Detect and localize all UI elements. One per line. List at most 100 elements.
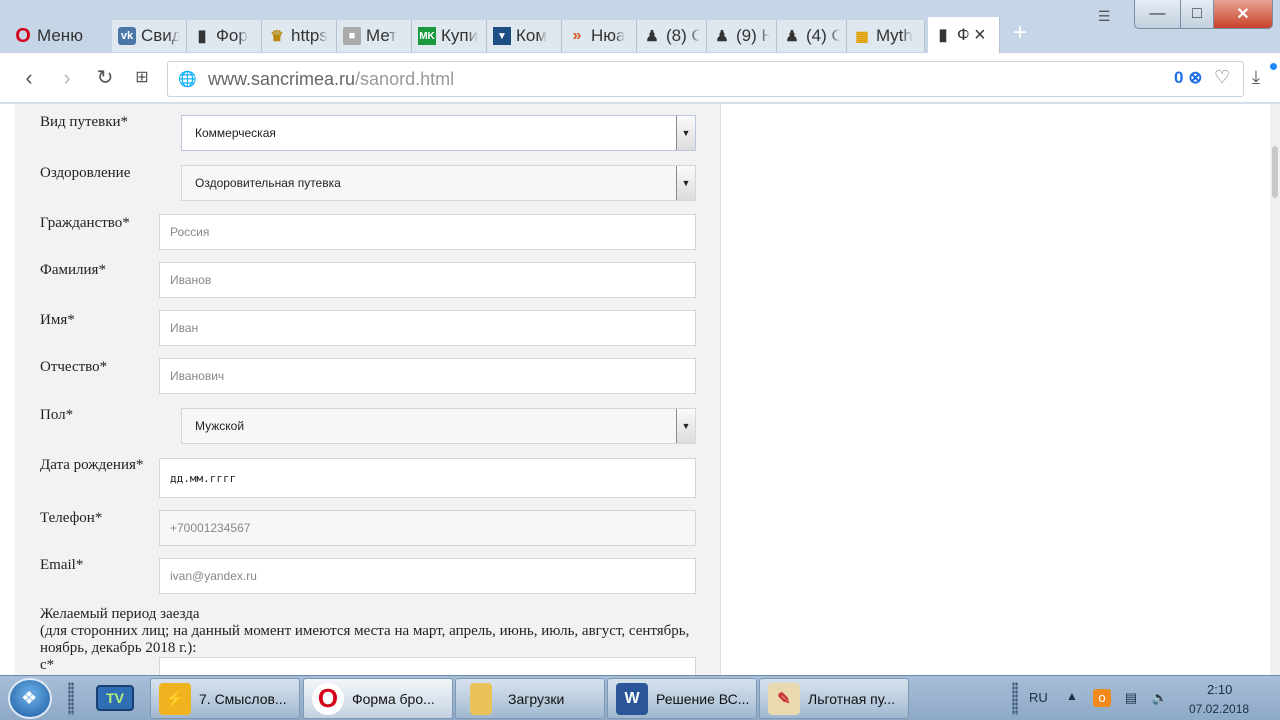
adblock-indicator[interactable]: 0 ⊗ [1174, 68, 1202, 88]
close-tab-icon[interactable]: × [974, 24, 986, 47]
patronymic-placeholder: Иванович [170, 369, 225, 383]
period-note: (для сторонних лиц; на данный момент име… [40, 623, 690, 656]
task-label: Форма бро... [352, 690, 435, 707]
name-input[interactable]: Иван [159, 310, 696, 346]
download-icon[interactable]: ⤓ [1252, 67, 1260, 88]
tab-nuance[interactable]: » Нюа [562, 20, 637, 52]
paint-icon: ✎ [768, 682, 800, 715]
tab-kom[interactable]: ▼ Ком [487, 20, 562, 52]
citizenship-label: Гражданство* [40, 215, 130, 231]
windows-logo-icon: ❖ [21, 688, 38, 708]
chevrons-icon: » [572, 27, 582, 44]
url-path: /sanord.html [355, 69, 455, 89]
gender-select[interactable]: Мужской ▼ [181, 408, 696, 444]
tab-title: Фор [216, 26, 248, 45]
opera-icon: O [312, 682, 344, 715]
odnoklassniki-tray-icon[interactable]: o [1093, 689, 1111, 707]
name-label: Имя* [40, 312, 75, 328]
opera-icon: O [15, 24, 31, 47]
birthdate-placeholder: дд.мм.гггг [170, 471, 237, 485]
voucher-type-value: Коммерческая [195, 126, 276, 140]
phone-input[interactable]: +70001234567 [159, 510, 696, 546]
birthdate-input[interactable]: дд.мм.гггг [159, 458, 696, 498]
surname-input[interactable]: Иванов [159, 262, 696, 298]
back-button[interactable]: ‹ [16, 65, 42, 91]
reload-button[interactable]: ↻ [92, 65, 118, 91]
task-winamp[interactable]: ⚡ 7. Смыслов... [150, 678, 300, 719]
officer-icon: ♟ [645, 28, 659, 45]
winamp-icon: ⚡ [159, 682, 191, 715]
maximize-icon: □ [1192, 5, 1202, 22]
gender-value: Мужской [195, 419, 245, 433]
tab-vk[interactable]: vk Свид [112, 20, 187, 52]
dropdown-arrow-icon: ▼ [676, 166, 695, 200]
opera-menu-label: Меню [37, 26, 83, 45]
surname-placeholder: Иванов [170, 273, 212, 287]
gender-label: Пол* [40, 407, 74, 423]
chevron-left-icon: ‹ [25, 65, 33, 90]
url-host: www.sancrimea.ru [208, 69, 356, 89]
minimize-button[interactable]: — [1134, 0, 1181, 29]
taskbar-grip [1012, 682, 1018, 715]
period-from-input[interactable] [159, 657, 696, 675]
page-scrollbar[interactable] [1270, 104, 1280, 675]
task-downloads[interactable]: Загрузки [455, 678, 605, 719]
new-tab-plus-icon[interactable]: + [1008, 21, 1032, 46]
tab-title: (4) С [806, 26, 840, 45]
citizenship-input[interactable]: Россия [159, 214, 696, 250]
tab-officer-8[interactable]: ♟ (8) С [637, 20, 707, 52]
minimize-icon: — [1149, 5, 1166, 22]
task-word[interactable]: W Решение ВС... [607, 678, 757, 719]
patronymic-input[interactable]: Иванович [159, 358, 696, 394]
task-opera[interactable]: O Форма бро... [303, 678, 453, 719]
folder-icon [470, 682, 492, 715]
close-window-button[interactable]: ✕ [1213, 0, 1273, 29]
bookmark-heart-icon[interactable]: ♡ [1214, 67, 1230, 88]
taskbar-grip [68, 682, 74, 715]
download-notification-dot [1270, 63, 1277, 70]
volume-icon[interactable]: 🔈 [1151, 689, 1169, 707]
clock-date[interactable]: 07.02.2018 [1189, 702, 1249, 716]
task-paint[interactable]: ✎ Льготная пу... [759, 678, 909, 719]
task-label: Решение ВС... [656, 690, 750, 707]
tab-form-doc[interactable]: ▮ Фор [187, 20, 262, 52]
grid-icon: ▦ [855, 27, 869, 44]
puzzle-icon: ■ [343, 27, 361, 45]
voucher-type-select[interactable]: Коммерческая ▼ [181, 115, 696, 151]
tab-method[interactable]: ■ Мет [337, 20, 412, 52]
task-label: 7. Смыслов... [199, 690, 287, 707]
task-label: Льготная пу... [808, 690, 896, 707]
health-label: Оздоровление [40, 165, 131, 181]
tab-officer-4[interactable]: ♟ (4) С [777, 20, 847, 52]
url-text: www.sancrimea.ru/sanord.html [208, 69, 454, 90]
document-icon: ▮ [197, 28, 207, 45]
grid-icon: ⊞ [135, 69, 149, 86]
phone-placeholder: +70001234567 [170, 521, 251, 535]
email-input[interactable]: ivan@yandex.ru [159, 558, 696, 594]
maximize-button[interactable]: □ [1180, 0, 1214, 29]
tab-title: (9) Н [736, 26, 770, 45]
tab-active-form[interactable]: ▮ Ф × [928, 17, 1000, 53]
network-icon[interactable]: ▤ [1122, 689, 1140, 707]
page-viewport: Вид путевки* Коммерческая ▼ Оздоровление… [0, 104, 1280, 675]
show-hidden-icons-icon[interactable]: ▲ [1066, 689, 1078, 703]
clock-time[interactable]: 2:10 [1207, 682, 1232, 697]
address-bar[interactable]: 🌐 www.sancrimea.ru/sanord.html 0 ⊗ ♡ [167, 61, 1244, 97]
tab-buy[interactable]: MK Купи [412, 20, 487, 52]
tab-https[interactable]: ♛ https [262, 20, 337, 52]
tab-menu-icon[interactable]: ☰ [1098, 8, 1118, 24]
reload-icon: ↻ [96, 67, 114, 89]
opera-menu-button[interactable]: O Меню [8, 20, 108, 52]
period-title: Желаемый период заезда [40, 606, 200, 622]
tab-officer-9[interactable]: ♟ (9) Н [707, 20, 777, 52]
name-placeholder: Иван [170, 321, 199, 335]
pinned-tv-app[interactable]: TV [96, 679, 136, 718]
health-select[interactable]: Оздоровительная путевка ▼ [181, 165, 696, 201]
booking-form: Вид путевки* Коммерческая ▼ Оздоровление… [15, 104, 721, 675]
tab-myth[interactable]: ▦ Myth [847, 20, 925, 52]
speed-dial-button[interactable]: ⊞ [129, 65, 155, 91]
start-button[interactable]: ❖ [8, 678, 52, 719]
language-indicator[interactable]: RU [1029, 690, 1048, 705]
forward-button[interactable]: › [54, 65, 80, 91]
scrollbar-thumb[interactable] [1272, 146, 1278, 198]
